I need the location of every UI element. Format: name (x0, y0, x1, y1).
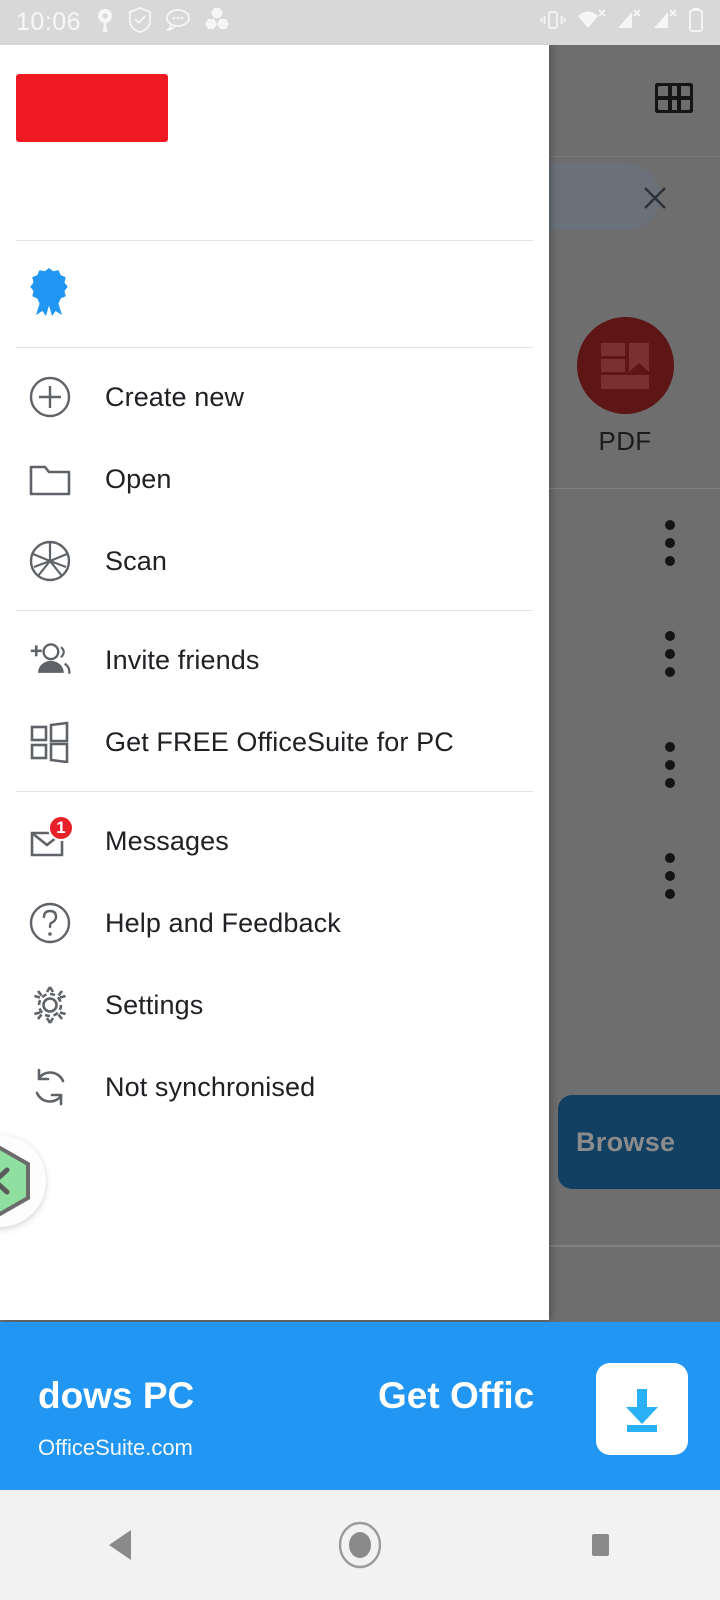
menu-item-label: Settings (105, 989, 204, 1020)
gear-icon (28, 983, 72, 1027)
location-pin-icon (95, 7, 115, 38)
redacted-account-block (16, 74, 168, 142)
sync-icon (28, 1065, 72, 1109)
status-bar-clock: 10:06 (16, 8, 82, 36)
messages-badge: 1 (48, 815, 74, 841)
pdf-tile-label: PDF (598, 426, 652, 456)
signal-2-no-service-icon (652, 8, 678, 37)
overflow-menu-icon[interactable] (665, 742, 675, 796)
ad-url: OfficeSuite.com (38, 1435, 193, 1460)
shield-check-icon (129, 7, 151, 38)
menu-item-label: Create new (105, 381, 245, 412)
ribbon-award-icon (28, 266, 70, 323)
windows-logo-icon (28, 720, 72, 764)
premium-banner-row[interactable] (0, 241, 549, 347)
status-bar-right (540, 7, 704, 38)
pdf-document-icon (600, 343, 651, 394)
drawer-account-header[interactable] (0, 45, 549, 240)
menu-item-messages[interactable]: 1 Messages (0, 800, 549, 882)
close-icon[interactable] (642, 185, 668, 211)
camera-aperture-icon (28, 539, 72, 583)
back-triangle-icon[interactable] (60, 1490, 180, 1600)
drawer-group-promo: Invite friends Get FREE OfficeSuite for … (0, 611, 549, 791)
status-bar-left: 10:06 (16, 7, 540, 38)
hexagon-cluster-icon (205, 7, 231, 38)
menu-item-label: Messages (105, 825, 229, 856)
pdf-file-tile[interactable]: PDF (545, 317, 705, 457)
menu-item-label: Not synchronised (105, 1071, 316, 1102)
menu-item-invite-friends[interactable]: Invite friends (0, 619, 549, 701)
battery-icon (688, 7, 704, 38)
menu-item-help-feedback[interactable]: Help and Feedback (0, 882, 549, 964)
menu-item-create-new[interactable]: Create new (0, 356, 549, 438)
browse-button-label: Browse (576, 1126, 676, 1157)
menu-item-open[interactable]: Open (0, 438, 549, 520)
overflow-menu-icon[interactable] (665, 853, 675, 907)
menu-item-sync-status[interactable]: Not synchronised (0, 1046, 549, 1128)
menu-item-label: Get FREE OfficeSuite for PC (105, 726, 454, 757)
status-bar: 10:06 (0, 0, 720, 45)
menu-item-settings[interactable]: Settings (0, 964, 549, 1046)
grid-view-icon[interactable] (654, 82, 694, 114)
menu-item-label: Invite friends (105, 644, 260, 675)
question-circle-icon (28, 901, 72, 945)
download-icon[interactable] (596, 1363, 688, 1455)
person-add-icon (28, 638, 72, 682)
recents-square-icon[interactable] (540, 1490, 660, 1600)
vibrate-icon (540, 8, 566, 37)
navigation-drawer: Create new Open Scan Invite friends Get … (0, 45, 549, 1320)
folder-icon (28, 457, 72, 501)
menu-item-label: Scan (105, 545, 167, 576)
wifi-no-connection-icon (576, 8, 606, 37)
android-nav-bar (0, 1490, 720, 1600)
signal-1-no-service-icon (616, 8, 642, 37)
mail-open-icon: 1 (28, 815, 74, 863)
ad-headline: dows PC (38, 1375, 195, 1416)
menu-item-label: Help and Feedback (105, 907, 341, 938)
browse-button[interactable]: Browse (558, 1095, 720, 1189)
menu-item-label: Open (105, 463, 172, 494)
overflow-menu-icon[interactable] (665, 631, 675, 685)
menu-item-officesuite-pc[interactable]: Get FREE OfficeSuite for PC (0, 701, 549, 783)
overflow-menu-icon[interactable] (665, 520, 675, 574)
home-circle-icon[interactable] (300, 1490, 420, 1600)
drawer-group-system: 1 Messages Help and Feedback Settings No… (0, 792, 549, 1136)
menu-item-scan[interactable]: Scan (0, 520, 549, 602)
pdf-icon-circle (576, 317, 674, 414)
plus-circle-icon (28, 375, 72, 419)
ad-cta-text: Get Offic (378, 1375, 535, 1416)
chat-bubbles-icon (165, 8, 191, 37)
drawer-group-files: Create new Open Scan (0, 348, 549, 610)
phone-screen: PDF Browse Create new Open Scan Invite f… (0, 0, 720, 1600)
